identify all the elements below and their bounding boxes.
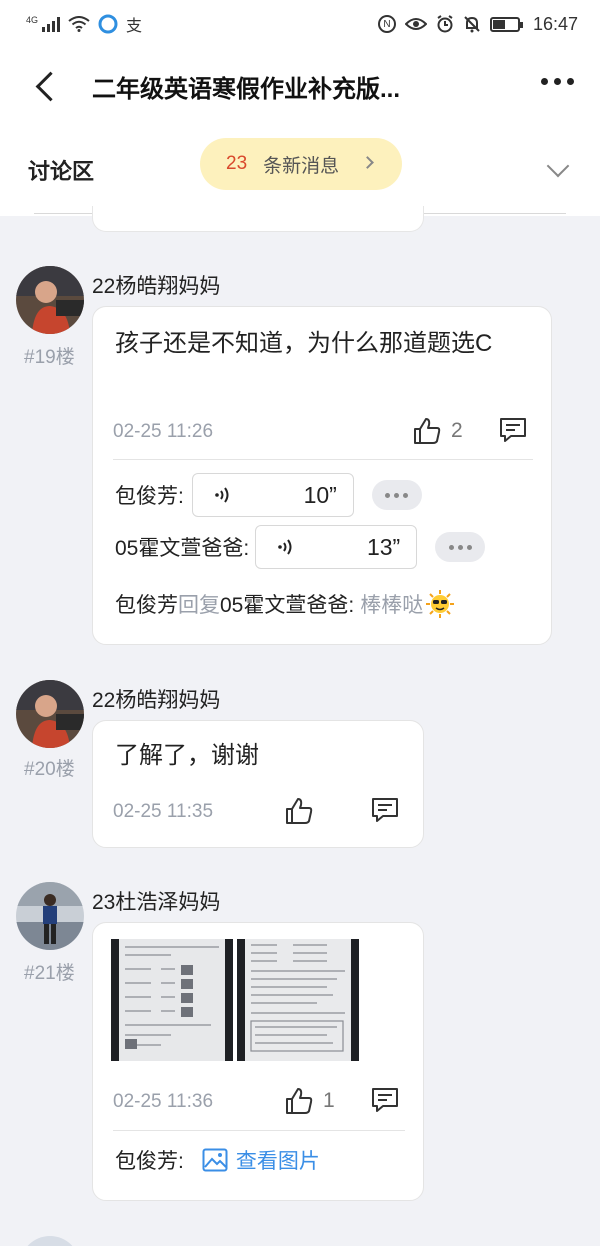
discussion-bar: 讨论区 23 条新消息 bbox=[0, 124, 600, 216]
voice-message-button[interactable]: 10” bbox=[191, 473, 354, 517]
post-card: 02-25 11:36 1 包俊芳: 查看图片 bbox=[92, 922, 424, 1201]
author-name: 22杨皓翔妈妈 bbox=[92, 689, 221, 712]
image-icon bbox=[202, 1148, 228, 1172]
voice-duration: 10” bbox=[303, 481, 337, 508]
avatar[interactable] bbox=[16, 680, 84, 748]
app-notification-icon bbox=[98, 14, 118, 34]
reply-author: 包俊芳: bbox=[115, 1150, 184, 1173]
image-thumbnail[interactable] bbox=[111, 939, 233, 1061]
reply-target: 05霍文萱爸爸: bbox=[220, 594, 355, 617]
nfc-icon: N bbox=[377, 15, 396, 33]
text-reply-row: 包俊芳 回复 05霍文萱爸爸: 棒棒哒 bbox=[115, 589, 455, 619]
signal-icon bbox=[42, 16, 61, 32]
thumbs-up-icon bbox=[414, 418, 441, 444]
app-header: 二年级英语寒假作业补充版... bbox=[0, 48, 600, 124]
alarm-icon bbox=[437, 15, 453, 33]
comment-icon[interactable] bbox=[371, 1087, 399, 1113]
voice-icon bbox=[278, 539, 292, 555]
reply-author: 05霍文萱爸爸: bbox=[115, 537, 250, 560]
post-message: 了解了，谢谢 bbox=[115, 742, 259, 769]
comment-icon[interactable] bbox=[371, 797, 399, 823]
post-card: 了解了，谢谢 02-25 11:35 bbox=[92, 720, 424, 848]
floor-number: #21楼 bbox=[24, 963, 75, 984]
post-time: 02-25 11:35 bbox=[113, 801, 214, 822]
network-type: 4G bbox=[26, 14, 39, 25]
discussion-label: 讨论区 bbox=[28, 159, 95, 184]
voice-icon bbox=[215, 487, 229, 503]
post-card: 孩子还是不知道，为什么那道题选C 02-25 11:26 2 包俊芳: 10” … bbox=[92, 306, 552, 645]
chevron-down-icon[interactable] bbox=[546, 154, 570, 178]
new-messages-label: 条新消息 bbox=[263, 155, 340, 177]
thumbs-up-icon bbox=[286, 1088, 313, 1114]
comment-icon[interactable] bbox=[499, 417, 527, 443]
like-button[interactable]: 2 bbox=[413, 417, 463, 445]
like-button[interactable] bbox=[285, 797, 323, 825]
like-button[interactable]: 1 bbox=[285, 1087, 335, 1115]
divider bbox=[113, 1130, 405, 1131]
floor-number: #20楼 bbox=[24, 759, 75, 780]
voice-message-button[interactable]: 13” bbox=[255, 525, 418, 569]
page-title: 二年级英语寒假作业补充版... bbox=[92, 75, 401, 103]
new-messages-button[interactable]: 23 条新消息 bbox=[200, 138, 402, 190]
avatar[interactable] bbox=[16, 882, 84, 950]
battery-icon bbox=[489, 16, 523, 32]
eye-icon bbox=[404, 18, 427, 30]
mute-icon bbox=[464, 16, 480, 33]
back-icon[interactable] bbox=[30, 71, 60, 101]
status-bar: 4G 支 N 16:47 bbox=[0, 0, 600, 48]
reply-verb: 回复 bbox=[178, 594, 220, 617]
chevron-right-icon bbox=[361, 156, 374, 169]
new-messages-count: 23 bbox=[226, 153, 248, 174]
post-message: 孩子还是不知道，为什么那道题选C bbox=[115, 330, 493, 357]
reply-author: 包俊芳 bbox=[115, 594, 178, 617]
clock: 16:47 bbox=[532, 13, 578, 34]
image-reply-row: 包俊芳: 查看图片 bbox=[115, 1145, 320, 1175]
thumbs-up-icon bbox=[286, 798, 313, 824]
alipay-notification-icon: 支 bbox=[126, 18, 143, 35]
author-name: 22杨皓翔妈妈 bbox=[92, 275, 221, 298]
reply-content: 棒棒哒 bbox=[360, 594, 424, 617]
cool-sun-emoji-icon bbox=[426, 590, 455, 618]
like-count: 2 bbox=[451, 419, 463, 442]
view-image-link[interactable]: 查看图片 bbox=[202, 1145, 320, 1175]
more-options-icon[interactable] bbox=[541, 78, 574, 85]
more-options-icon[interactable] bbox=[371, 480, 422, 510]
more-options-icon[interactable] bbox=[435, 532, 486, 562]
avatar[interactable] bbox=[16, 266, 84, 334]
reply-author: 包俊芳: bbox=[115, 485, 184, 508]
post-time: 02-25 11:36 bbox=[113, 1091, 214, 1112]
image-thumbnail[interactable] bbox=[237, 939, 359, 1061]
wifi-icon bbox=[68, 16, 90, 32]
view-image-label: 查看图片 bbox=[235, 1150, 320, 1173]
divider bbox=[113, 459, 533, 460]
voice-duration: 13” bbox=[366, 533, 401, 560]
floor-number: #19楼 bbox=[24, 347, 75, 368]
next-post-avatar bbox=[20, 1236, 80, 1246]
post-time: 02-25 11:26 bbox=[113, 421, 214, 442]
author-name: 23杜浩泽妈妈 bbox=[92, 891, 221, 914]
like-count: 1 bbox=[323, 1089, 335, 1112]
previous-post-card bbox=[92, 206, 424, 232]
voice-reply-row: 包俊芳: 10” bbox=[115, 473, 422, 517]
voice-reply-row: 05霍文萱爸爸: 13” bbox=[115, 525, 486, 569]
